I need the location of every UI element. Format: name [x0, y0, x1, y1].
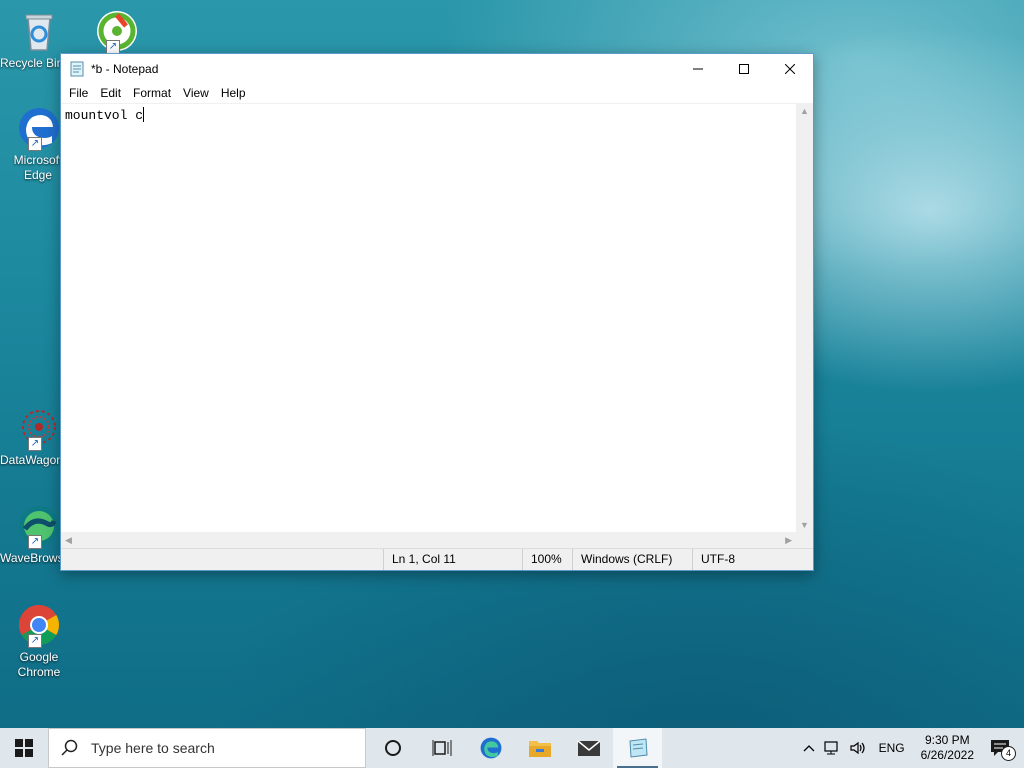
desktop-icon-label: DataWagon: [0, 453, 60, 467]
status-zoom: 100%: [522, 549, 575, 570]
text-caret: [143, 107, 145, 122]
search-icon: [61, 739, 78, 756]
recycle-bin-icon: [16, 8, 62, 54]
notepad-icon: [628, 738, 648, 758]
minimize-icon: [693, 68, 703, 69]
status-encoding: UTF-8: [692, 549, 801, 570]
notepad-icon: [69, 61, 85, 77]
scroll-down-arrow-icon[interactable]: ▼: [800, 520, 809, 530]
minimize-button[interactable]: [675, 54, 721, 83]
search-input[interactable]: [89, 739, 353, 757]
taskbar-edge-button[interactable]: [466, 728, 515, 768]
desktop-icon-label: Microsoft Edge: [13, 153, 63, 182]
datawagon-icon: ↗: [16, 405, 62, 451]
system-tray: ENG 9:30 PM 6/26/2022 4: [799, 728, 1024, 768]
cortana-icon: [384, 740, 401, 756]
network-icon: [823, 741, 838, 755]
status-bar: Ln 1, Col 11 100% Windows (CRLF) UTF-8: [61, 548, 813, 570]
horizontal-scrollbar[interactable]: ◀ ▶: [61, 532, 796, 549]
taskbar: ENG 9:30 PM 6/26/2022 4: [0, 728, 1024, 768]
desktop-icon-label: WaveBrowser: [0, 551, 60, 565]
taskbar-search-box[interactable]: [48, 728, 366, 768]
desktop-icon-label: Google Chrome: [17, 650, 61, 679]
desktop-icon-chrome[interactable]: ↗ Google Chrome: [0, 602, 78, 680]
task-view-button[interactable]: [417, 728, 466, 768]
menu-help[interactable]: Help: [215, 83, 252, 103]
window-title: *b - Notepad: [91, 61, 159, 76]
edge-icon: ↗: [16, 105, 62, 151]
title-bar[interactable]: *b - Notepad: [61, 54, 813, 83]
desktop-icon-app-shortcut[interactable]: ↗: [78, 8, 156, 56]
menu-edit[interactable]: Edit: [94, 83, 127, 103]
text-editor[interactable]: mountvol c: [61, 104, 796, 532]
taskbar-notepad-button[interactable]: [613, 728, 662, 768]
clock[interactable]: 9:30 PM 6/26/2022: [913, 728, 982, 768]
clock-time: 9:30 PM: [924, 733, 970, 747]
scroll-left-arrow-icon[interactable]: ◀: [65, 535, 72, 546]
file-explorer-icon: [528, 741, 551, 757]
clock-date: 6/26/2022: [920, 748, 974, 762]
menu-view[interactable]: View: [177, 83, 215, 103]
editor-text: mountvol c: [65, 108, 144, 123]
show-hidden-icons-button[interactable]: [799, 728, 819, 768]
editor-area[interactable]: mountvol c ▲ ▼ ◀ ▶: [61, 103, 813, 549]
close-button[interactable]: [767, 54, 813, 83]
notifications-button[interactable]: 4: [982, 728, 1024, 768]
mail-button[interactable]: [564, 728, 613, 768]
mail-icon: [577, 740, 600, 756]
maximize-button[interactable]: [721, 54, 767, 83]
shortcut-arrow-icon: ↗: [28, 634, 42, 648]
maximize-icon: [739, 63, 749, 74]
speaker-icon: [849, 741, 865, 755]
status-line-ending: Windows (CRLF): [572, 549, 693, 570]
input-language[interactable]: ENG: [871, 728, 913, 768]
shortcut-arrow-icon: ↗: [106, 40, 120, 54]
shortcut-arrow-icon: ↗: [28, 137, 42, 151]
notepad-window: *b - Notepad File Edit Format View Help …: [60, 53, 814, 571]
app-shortcut-icon: ↗: [94, 8, 140, 54]
shortcut-arrow-icon: ↗: [28, 535, 42, 549]
wavebrowser-icon: ↗: [16, 503, 62, 549]
start-button[interactable]: [0, 728, 48, 768]
edge-icon: [480, 737, 501, 759]
shortcut-arrow-icon: ↗: [28, 437, 42, 451]
scroll-right-arrow-icon[interactable]: ▶: [785, 535, 792, 546]
task-view-icon: [432, 740, 451, 756]
status-position: Ln 1, Col 11: [383, 549, 522, 570]
vertical-scrollbar[interactable]: ▲ ▼: [796, 104, 813, 532]
desktop-icon-label: Recycle Bin: [0, 56, 60, 70]
windows-logo-icon: [15, 739, 33, 757]
scrollbar-corner: [796, 532, 813, 549]
notification-count-badge: 4: [1001, 746, 1016, 761]
volume-button[interactable]: [845, 728, 871, 768]
chevron-up-icon: [803, 745, 815, 752]
menu-bar: File Edit Format View Help: [61, 83, 813, 103]
cortana-button[interactable]: [368, 728, 417, 768]
file-explorer-button[interactable]: [515, 728, 564, 768]
scroll-up-arrow-icon[interactable]: ▲: [800, 106, 809, 116]
chrome-icon: ↗: [16, 602, 62, 648]
menu-file[interactable]: File: [63, 83, 94, 103]
network-button[interactable]: [819, 728, 845, 768]
menu-format[interactable]: Format: [127, 83, 177, 103]
close-icon: [785, 63, 795, 74]
